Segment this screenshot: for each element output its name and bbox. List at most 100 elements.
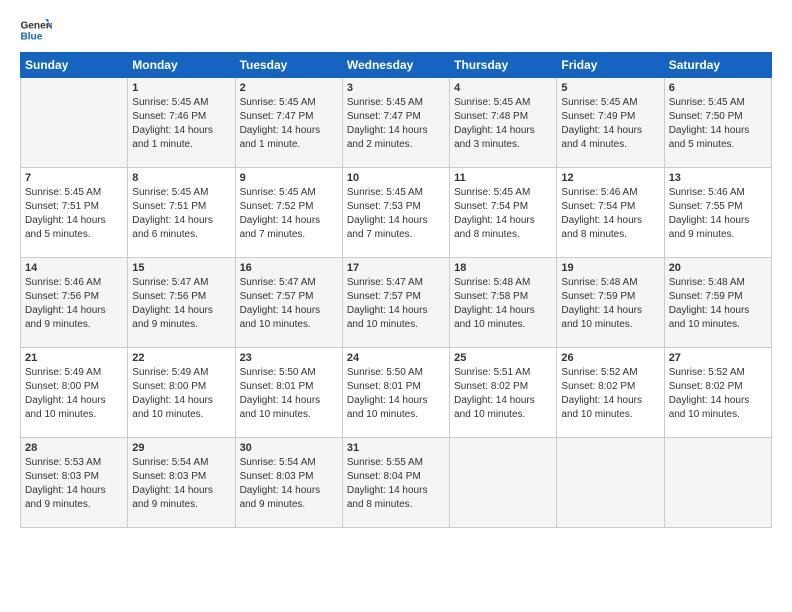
day-number: 13 <box>669 172 767 184</box>
day-info: Sunrise: 5:51 AMSunset: 8:02 PMDaylight:… <box>454 366 552 422</box>
calendar-cell <box>21 78 128 168</box>
day-number: 5 <box>561 82 659 94</box>
calendar-cell: 19 Sunrise: 5:48 AMSunset: 7:59 PMDayligh… <box>557 258 664 348</box>
day-info: Sunrise: 5:45 AMSunset: 7:54 PMDaylight:… <box>454 186 552 242</box>
day-info: Sunrise: 5:52 AMSunset: 8:02 PMDaylight:… <box>669 366 767 422</box>
calendar-cell: 7 Sunrise: 5:45 AMSunset: 7:51 PMDaylight… <box>21 168 128 258</box>
calendar-cell: 18 Sunrise: 5:48 AMSunset: 7:58 PMDayligh… <box>450 258 557 348</box>
day-number: 1 <box>132 82 230 94</box>
day-info: Sunrise: 5:45 AMSunset: 7:50 PMDaylight:… <box>669 96 767 152</box>
weekday-header-row: SundayMondayTuesdayWednesdayThursdayFrid… <box>21 53 772 78</box>
day-number: 31 <box>347 442 445 454</box>
calendar-cell: 25Sunrise: 5:51 AMSunset: 8:02 PMDayligh… <box>450 348 557 438</box>
day-info: Sunrise: 5:49 AMSunset: 8:00 PMDaylight:… <box>25 366 123 422</box>
calendar-cell: 3 Sunrise: 5:45 AMSunset: 7:47 PMDaylight… <box>342 78 449 168</box>
day-info: Sunrise: 5:53 AMSunset: 8:03 PMDaylight:… <box>25 456 123 512</box>
week-row-0: 1 Sunrise: 5:45 AMSunset: 7:46 PMDaylight… <box>21 78 772 168</box>
calendar-cell: 5Sunrise: 5:45 AMSunset: 7:49 PMDaylight… <box>557 78 664 168</box>
day-number: 28 <box>25 442 123 454</box>
calendar-cell: 30 Sunrise: 5:54 AMSunset: 8:03 PMDayligh… <box>235 438 342 528</box>
calendar-cell <box>557 438 664 528</box>
week-row-3: 21 Sunrise: 5:49 AMSunset: 8:00 PMDayligh… <box>21 348 772 438</box>
week-row-1: 7 Sunrise: 5:45 AMSunset: 7:51 PMDaylight… <box>21 168 772 258</box>
calendar-cell: 10 Sunrise: 5:45 AMSunset: 7:53 PMDayligh… <box>342 168 449 258</box>
day-info: Sunrise: 5:45 AMSunset: 7:53 PMDaylight:… <box>347 186 445 242</box>
day-info: Sunrise: 5:45 AMSunset: 7:52 PMDaylight:… <box>240 186 338 242</box>
day-number: 3 <box>347 82 445 94</box>
day-number: 20 <box>669 262 767 274</box>
calendar-cell: 9 Sunrise: 5:45 AMSunset: 7:52 PMDaylight… <box>235 168 342 258</box>
calendar-cell: 26Sunrise: 5:52 AMSunset: 8:02 PMDayligh… <box>557 348 664 438</box>
calendar-cell: 22Sunrise: 5:49 AMSunset: 8:00 PMDayligh… <box>128 348 235 438</box>
day-number: 17 <box>347 262 445 274</box>
day-number: 14 <box>25 262 123 274</box>
day-info: Sunrise: 5:48 AMSunset: 7:59 PMDaylight:… <box>561 276 659 332</box>
calendar-cell: 15 Sunrise: 5:47 AMSunset: 7:56 PMDayligh… <box>128 258 235 348</box>
weekday-tuesday: Tuesday <box>235 53 342 78</box>
svg-text:General: General <box>20 20 52 31</box>
day-number: 4 <box>454 82 552 94</box>
calendar-table: SundayMondayTuesdayWednesdayThursdayFrid… <box>20 52 772 528</box>
calendar-cell: 28 Sunrise: 5:53 AMSunset: 8:03 PMDayligh… <box>21 438 128 528</box>
calendar-cell: 11 Sunrise: 5:45 AMSunset: 7:54 PMDayligh… <box>450 168 557 258</box>
day-info: Sunrise: 5:50 AMSunset: 8:01 PMDaylight:… <box>347 366 445 422</box>
day-info: Sunrise: 5:47 AMSunset: 7:56 PMDaylight:… <box>132 276 230 332</box>
day-info: Sunrise: 5:45 AMSunset: 7:51 PMDaylight:… <box>132 186 230 242</box>
calendar-cell: 21 Sunrise: 5:49 AMSunset: 8:00 PMDayligh… <box>21 348 128 438</box>
weekday-thursday: Thursday <box>450 53 557 78</box>
day-number: 12 <box>561 172 659 184</box>
day-number: 8 <box>132 172 230 184</box>
weekday-monday: Monday <box>128 53 235 78</box>
calendar-cell: 27 Sunrise: 5:52 AMSunset: 8:02 PMDayligh… <box>664 348 771 438</box>
day-number: 29 <box>132 442 230 454</box>
day-info: Sunrise: 5:45 AMSunset: 7:47 PMDaylight:… <box>240 96 338 152</box>
day-number: 10 <box>347 172 445 184</box>
week-row-4: 28 Sunrise: 5:53 AMSunset: 8:03 PMDayligh… <box>21 438 772 528</box>
day-info: Sunrise: 5:46 AMSunset: 7:54 PMDaylight:… <box>561 186 659 242</box>
day-info: Sunrise: 5:45 AMSunset: 7:47 PMDaylight:… <box>347 96 445 152</box>
calendar-cell: 6 Sunrise: 5:45 AMSunset: 7:50 PMDaylight… <box>664 78 771 168</box>
calendar-cell: 20Sunrise: 5:48 AMSunset: 7:59 PMDayligh… <box>664 258 771 348</box>
day-number: 11 <box>454 172 552 184</box>
calendar-cell: 4Sunrise: 5:45 AMSunset: 7:48 PMDaylight… <box>450 78 557 168</box>
day-info: Sunrise: 5:50 AMSunset: 8:01 PMDaylight:… <box>240 366 338 422</box>
day-number: 15 <box>132 262 230 274</box>
day-number: 30 <box>240 442 338 454</box>
day-number: 27 <box>669 352 767 364</box>
day-info: Sunrise: 5:46 AMSunset: 7:55 PMDaylight:… <box>669 186 767 242</box>
day-info: Sunrise: 5:48 AMSunset: 7:58 PMDaylight:… <box>454 276 552 332</box>
day-number: 19 <box>561 262 659 274</box>
weekday-sunday: Sunday <box>21 53 128 78</box>
weekday-saturday: Saturday <box>664 53 771 78</box>
day-number: 21 <box>25 352 123 364</box>
day-info: Sunrise: 5:49 AMSunset: 8:00 PMDaylight:… <box>132 366 230 422</box>
day-number: 6 <box>669 82 767 94</box>
calendar-body: 1 Sunrise: 5:45 AMSunset: 7:46 PMDaylight… <box>21 78 772 528</box>
day-number: 9 <box>240 172 338 184</box>
calendar-cell: 31 Sunrise: 5:55 AMSunset: 8:04 PMDayligh… <box>342 438 449 528</box>
header: General Blue <box>20 16 772 44</box>
day-info: Sunrise: 5:54 AMSunset: 8:03 PMDaylight:… <box>240 456 338 512</box>
day-info: Sunrise: 5:45 AMSunset: 7:51 PMDaylight:… <box>25 186 123 242</box>
calendar-cell <box>664 438 771 528</box>
calendar-cell: 24 Sunrise: 5:50 AMSunset: 8:01 PMDayligh… <box>342 348 449 438</box>
day-info: Sunrise: 5:55 AMSunset: 8:04 PMDaylight:… <box>347 456 445 512</box>
logo-icon: General Blue <box>20 16 52 44</box>
weekday-wednesday: Wednesday <box>342 53 449 78</box>
day-info: Sunrise: 5:47 AMSunset: 7:57 PMDaylight:… <box>240 276 338 332</box>
day-number: 7 <box>25 172 123 184</box>
calendar-cell: 8 Sunrise: 5:45 AMSunset: 7:51 PMDaylight… <box>128 168 235 258</box>
calendar-cell: 12 Sunrise: 5:46 AMSunset: 7:54 PMDayligh… <box>557 168 664 258</box>
calendar-cell <box>450 438 557 528</box>
day-number: 24 <box>347 352 445 364</box>
calendar-cell: 29 Sunrise: 5:54 AMSunset: 8:03 PMDayligh… <box>128 438 235 528</box>
calendar-cell: 16Sunrise: 5:47 AMSunset: 7:57 PMDayligh… <box>235 258 342 348</box>
day-info: Sunrise: 5:47 AMSunset: 7:57 PMDaylight:… <box>347 276 445 332</box>
day-number: 2 <box>240 82 338 94</box>
day-info: Sunrise: 5:54 AMSunset: 8:03 PMDaylight:… <box>132 456 230 512</box>
calendar-cell: 2 Sunrise: 5:45 AMSunset: 7:47 PMDaylight… <box>235 78 342 168</box>
day-number: 18 <box>454 262 552 274</box>
day-info: Sunrise: 5:52 AMSunset: 8:02 PMDaylight:… <box>561 366 659 422</box>
day-info: Sunrise: 5:45 AMSunset: 7:46 PMDaylight:… <box>132 96 230 152</box>
calendar-cell: 14Sunrise: 5:46 AMSunset: 7:56 PMDayligh… <box>21 258 128 348</box>
